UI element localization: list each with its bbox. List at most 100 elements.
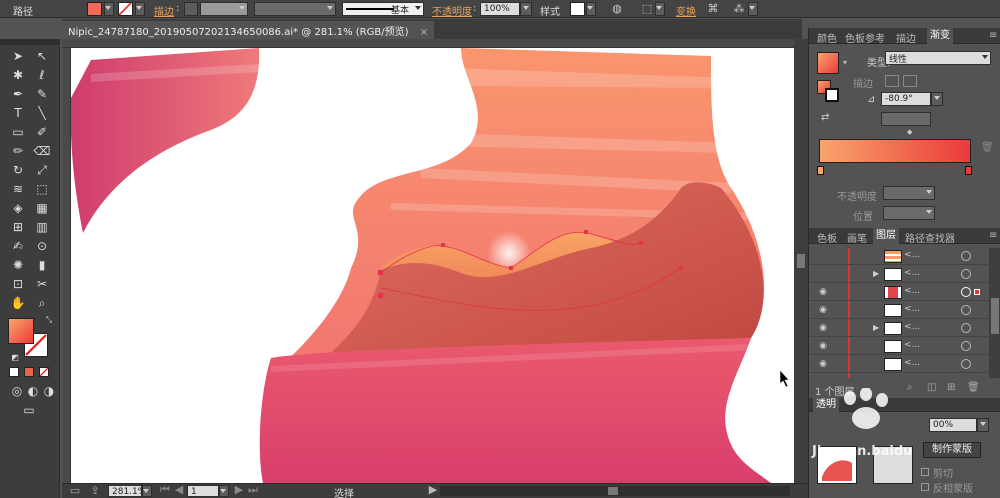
- layers-panel-menu-icon[interactable]: ≡: [989, 230, 997, 241]
- width-tool-icon[interactable]: ≋: [9, 180, 27, 198]
- first-artboard-icon[interactable]: ⏮: [158, 483, 172, 497]
- stroke-weight-stepper[interactable]: [184, 2, 198, 16]
- locate-object-icon[interactable]: ⌕: [907, 382, 913, 393]
- angle-dropdown[interactable]: [931, 92, 943, 106]
- invert-mask-checkbox[interactable]: [921, 483, 929, 491]
- arrange-icon[interactable]: ⁂: [732, 2, 746, 16]
- tab-transparency[interactable]: 透明: [813, 398, 839, 412]
- vertical-scrollbar[interactable]: [794, 39, 808, 483]
- pen-tool-icon[interactable]: ✒: [9, 85, 27, 103]
- symbol-sprayer-tool-icon[interactable]: ✺: [9, 256, 27, 274]
- layer-row[interactable]: <...: [809, 248, 989, 265]
- stroke-grad-opt2-icon[interactable]: [903, 75, 917, 87]
- next-artboard-icon[interactable]: ▶: [232, 483, 246, 497]
- fill-dropdown[interactable]: [104, 2, 114, 16]
- style-dropdown[interactable]: [586, 2, 596, 16]
- layer-row[interactable]: ◉ <...: [809, 284, 989, 301]
- gradient-type-dropdown[interactable]: 线性: [885, 51, 991, 65]
- gradient-stroke-box[interactable]: [825, 88, 839, 102]
- selection-tool-icon[interactable]: ➤: [9, 47, 27, 65]
- layer-row[interactable]: ◉ ▶ <...: [809, 320, 989, 337]
- zoom-tool-icon[interactable]: ⌕: [33, 294, 51, 312]
- expand-arrow-icon[interactable]: ▶: [873, 323, 879, 332]
- target-circle-icon[interactable]: [961, 341, 971, 351]
- stroke-label[interactable]: 描边: [154, 3, 174, 18]
- recolor-artwork-icon[interactable]: ◍: [610, 2, 624, 16]
- layers-scroll-thumb[interactable]: [991, 298, 999, 334]
- swap-colors-icon[interactable]: ⤡: [40, 311, 58, 329]
- mesh-tool-icon[interactable]: ⊞: [9, 218, 27, 236]
- stroke-grad-opt1-icon[interactable]: [885, 75, 899, 87]
- export-icon[interactable]: ⇪: [88, 484, 102, 498]
- rotate-tool-icon[interactable]: ↻: [9, 161, 27, 179]
- fill-swatch[interactable]: [87, 2, 102, 16]
- visibility-eye-icon[interactable]: ◉: [817, 322, 829, 334]
- target-circle-icon[interactable]: [961, 323, 971, 333]
- transparency-opacity-dropdown[interactable]: [977, 418, 989, 432]
- opacity-field[interactable]: 100%: [480, 2, 520, 16]
- tab-layers[interactable]: 图层: [873, 228, 899, 244]
- arrange-dropdown[interactable]: [748, 2, 758, 16]
- graphic-style-swatch[interactable]: [570, 2, 585, 16]
- gradient-slider[interactable]: [819, 139, 971, 163]
- visibility-eye-icon[interactable]: ◉: [817, 358, 829, 370]
- target-circle-icon[interactable]: [961, 287, 980, 297]
- stroke-dropdown[interactable]: [135, 2, 145, 16]
- color-mode-icon[interactable]: [9, 367, 19, 377]
- target-circle-icon[interactable]: [961, 269, 971, 279]
- line-tool-icon[interactable]: ╲: [33, 104, 51, 122]
- slice-tool-icon[interactable]: ✂: [33, 275, 51, 293]
- gradient-stop-left[interactable]: [817, 166, 824, 175]
- none-mode-icon[interactable]: [39, 367, 49, 377]
- eraser-tool-icon[interactable]: ⌫: [33, 142, 51, 160]
- make-mask-button[interactable]: 制作蒙版: [923, 442, 981, 458]
- visibility-eye-icon[interactable]: [817, 250, 829, 262]
- clipping-mask-icon[interactable]: ◫: [927, 382, 936, 393]
- direct-selection-tool-icon[interactable]: ↖: [33, 47, 51, 65]
- delete-layer-icon[interactable]: 🗑: [967, 382, 980, 393]
- artboard-canvas[interactable]: [71, 48, 794, 483]
- screen-mode-icon[interactable]: ▭: [20, 401, 38, 419]
- opacity-dropdown[interactable]: [520, 2, 532, 16]
- last-artboard-icon[interactable]: ⏭: [246, 483, 260, 497]
- target-circle-icon[interactable]: [961, 251, 971, 261]
- vertical-ruler[interactable]: [62, 48, 71, 483]
- vertical-scroll-thumb[interactable]: [797, 254, 805, 268]
- magic-wand-tool-icon[interactable]: ✱: [9, 66, 27, 84]
- visibility-eye-icon[interactable]: ◉: [817, 286, 829, 298]
- free-transform-tool-icon[interactable]: ⬚: [33, 180, 51, 198]
- artboard-tool-icon[interactable]: ⊡: [9, 275, 27, 293]
- panel-menu-icon[interactable]: ≡: [989, 30, 997, 41]
- angle-field[interactable]: -80.9°: [881, 92, 931, 106]
- delete-stop-icon[interactable]: 🗑: [981, 142, 994, 153]
- artboard-dropdown[interactable]: [219, 485, 229, 497]
- opacity-label[interactable]: 不透明度: [432, 3, 472, 18]
- clip-checkbox[interactable]: [921, 468, 929, 476]
- gradient-stop-right[interactable]: [965, 166, 972, 175]
- stroke-weight-field[interactable]: [200, 2, 248, 16]
- artboard-nav-icon[interactable]: ▭: [68, 484, 82, 498]
- aspect-ratio-field[interactable]: [881, 112, 931, 126]
- layers-scrollbar[interactable]: [989, 248, 1000, 378]
- gradient-thumbnail[interactable]: [817, 52, 839, 74]
- transparency-opacity-field[interactable]: 00%: [929, 418, 977, 432]
- gradient-mode-icon[interactable]: [24, 367, 34, 377]
- hand-tool-icon[interactable]: ✋: [9, 294, 27, 312]
- paintbrush-tool-icon[interactable]: ✐: [33, 123, 51, 141]
- layer-row[interactable]: ◉ <...: [809, 356, 989, 373]
- selection-indicator-icon[interactable]: [974, 289, 980, 295]
- layer-row[interactable]: ▶ <...: [809, 266, 989, 283]
- visibility-eye-icon[interactable]: ◉: [817, 304, 829, 316]
- target-circle-icon[interactable]: [961, 305, 971, 315]
- tab-stroke[interactable]: 描边: [896, 30, 916, 45]
- mask-thumbnail[interactable]: [873, 446, 913, 484]
- prev-artboard-icon[interactable]: ◀: [172, 483, 186, 497]
- layer-row[interactable]: ◉ <...: [809, 302, 989, 319]
- draw-inside-icon[interactable]: ◑: [40, 382, 58, 400]
- align-dropdown[interactable]: [655, 2, 665, 16]
- tab-pathfinder[interactable]: 路径查找器: [905, 230, 955, 245]
- stroke-swatch[interactable]: [118, 2, 133, 16]
- visibility-eye-icon[interactable]: [817, 268, 829, 280]
- isolate-icon[interactable]: ⌘: [706, 2, 720, 16]
- eyedropper-tool-icon[interactable]: ✍: [9, 237, 27, 255]
